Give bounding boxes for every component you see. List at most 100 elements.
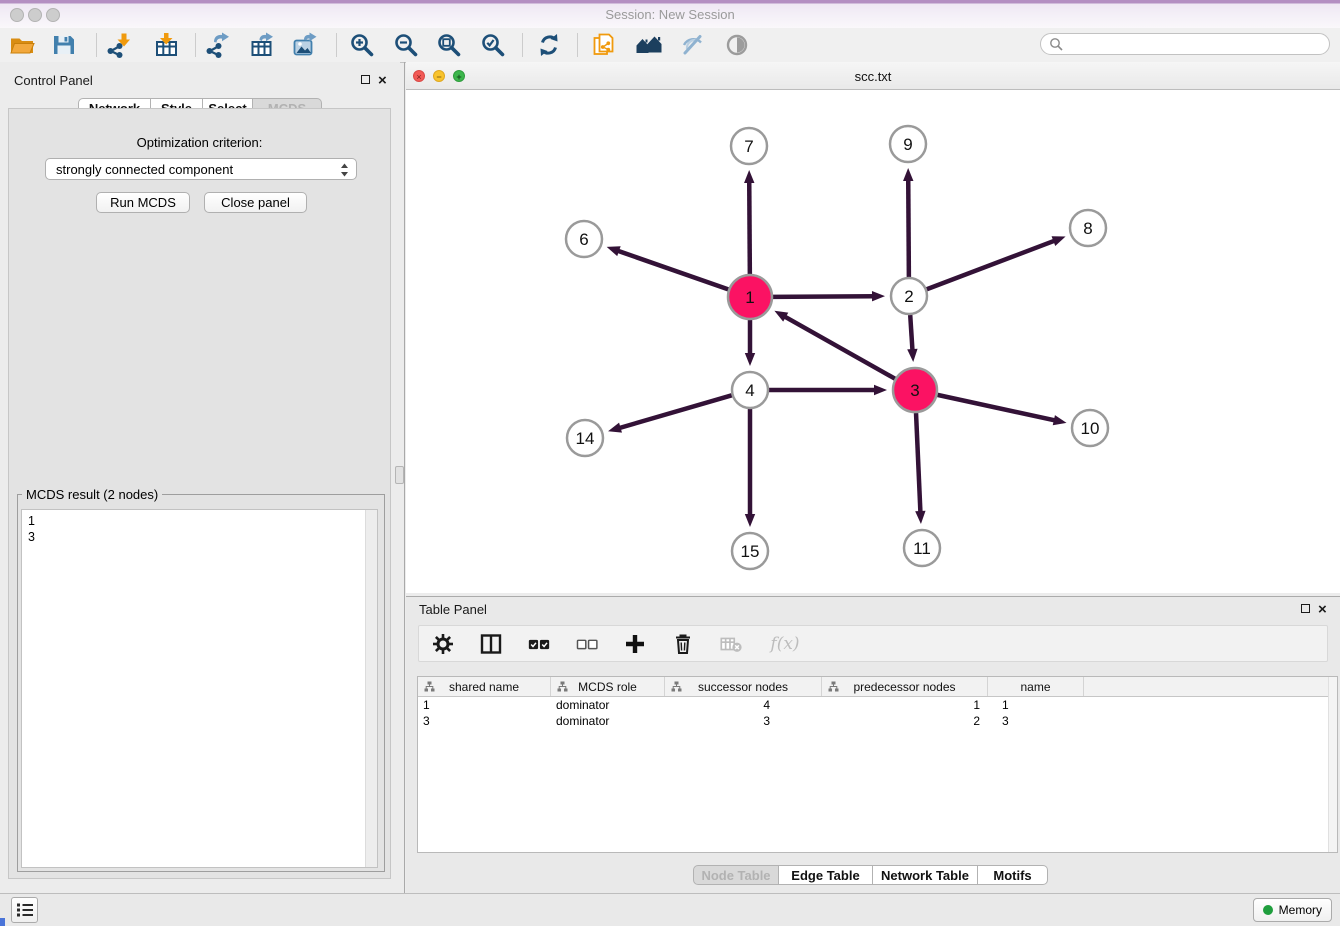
first-neighbors-button[interactable] [632,30,666,60]
network-graph[interactable]: 7 9 6 8 1 2 4 3 14 10 15 11 [406,90,1340,593]
table-float-icon[interactable] [1301,604,1310,613]
export-image-button[interactable] [288,30,322,60]
edge-3-1[interactable] [774,311,895,379]
graph-node-4[interactable]: 4 [732,372,768,408]
mcds-result-list[interactable]: 1 3 [21,509,378,868]
network-window-title: scc.txt [406,69,1340,84]
export-table-button[interactable] [245,30,279,60]
criterion-select[interactable]: strongly connected component [45,158,357,180]
table-body: 1dominator4113dominator323 [418,697,1337,729]
edge-2-8[interactable] [927,236,1066,289]
show-columns-button[interactable] [479,632,503,656]
task-history-button[interactable] [11,897,38,923]
memory-button[interactable]: Memory [1253,898,1332,922]
graph-node-7[interactable]: 7 [731,128,767,164]
show-graphics-details-button[interactable] [720,30,754,60]
arrowhead-icon [872,291,885,301]
arrowhead-icon [744,170,754,183]
edge-2-9[interactable] [903,168,913,277]
tab-motifs[interactable]: Motifs [978,865,1048,885]
graph-node-2[interactable]: 2 [891,278,927,314]
select-all-button[interactable] [527,632,551,656]
import-network-button[interactable] [102,30,136,60]
open-session-button[interactable] [5,30,39,60]
table-scrollbar[interactable] [1328,677,1337,852]
function-builder-button[interactable]: f(x) [767,632,803,656]
graph-node-6[interactable]: 6 [566,221,602,257]
zoom-fit-button[interactable] [432,30,466,60]
column-header-name[interactable]: name [988,677,1084,696]
tab-edge-table[interactable]: Edge Table [779,865,873,885]
graph-node-8[interactable]: 8 [1070,210,1106,246]
mcds-result-title: MCDS result (2 nodes) [22,487,162,502]
search-input[interactable] [1064,36,1308,52]
edge-1-2[interactable] [773,291,885,301]
edge-4-14[interactable] [608,395,732,432]
zoom-out-button[interactable] [389,30,423,60]
hide-details-icon [679,32,705,58]
search-field[interactable] [1040,33,1330,55]
edge-4-3[interactable] [769,385,887,395]
graph-node-9[interactable]: 9 [890,126,926,162]
tab-node-table[interactable]: Node Table [693,865,779,885]
float-panel-icon[interactable] [361,75,370,84]
column-header-MCDS-role[interactable]: MCDS role [551,677,665,696]
graph-node-14[interactable]: 14 [567,420,603,456]
close-panel-button[interactable]: Close panel [204,192,307,213]
column-label: predecessor nodes [853,680,955,694]
graph-node-15[interactable]: 15 [732,533,768,569]
network-window-titlebar[interactable]: × − + scc.txt [406,62,1340,90]
column-label: MCDS role [578,680,637,694]
column-header-shared-name[interactable]: shared name [418,677,551,696]
import-table-button[interactable] [149,30,183,60]
graph-node-11[interactable]: 11 [904,530,940,566]
column-type-icon [557,681,568,695]
table-panel-title: Table Panel [419,602,487,617]
close-panel-icon[interactable]: × [378,75,387,86]
save-session-button[interactable] [47,30,81,60]
table-panel: Table Panel × f(x) shared nameMCDS roles… [406,596,1340,893]
arrowhead-icon [608,423,622,433]
graph-node-3[interactable]: 3 [893,368,937,412]
table-row[interactable]: 1dominator411 [418,697,1337,713]
column-header-successor-nodes[interactable]: successor nodes [665,677,822,696]
edge-4-15[interactable] [745,409,755,527]
panel-splitter[interactable] [404,62,405,893]
zoom-in-button[interactable] [345,30,379,60]
table-panel-tabs: Node TableEdge TableNetwork TableMotifs [693,865,1048,885]
add-column-button[interactable] [623,632,647,656]
column-header-predecessor-nodes[interactable]: predecessor nodes [822,677,988,696]
new-network-from-selection-button[interactable] [587,30,621,60]
hide-graphics-details-button[interactable] [675,30,709,60]
node-table[interactable]: shared name MCDS role successor nodes prede… [417,676,1338,853]
memory-label: Memory [1279,903,1322,917]
left-splitter-grip[interactable] [395,466,404,484]
delete-column-button[interactable] [671,632,695,656]
arrowhead-icon [903,168,913,181]
result-scrollbar[interactable] [365,510,377,867]
trash-icon [671,632,695,656]
edge-1-6[interactable] [607,246,729,289]
mcds-result-values: 1 3 [22,510,377,545]
table-options-button[interactable] [431,632,455,656]
network-canvas[interactable]: 7 9 6 8 1 2 4 3 14 10 15 11 [406,90,1340,593]
table-close-icon[interactable]: × [1318,604,1327,615]
table-row[interactable]: 3dominator323 [418,713,1337,729]
graph-node-1[interactable]: 1 [728,275,772,319]
tab-network-table[interactable]: Network Table [873,865,978,885]
delete-table-button[interactable] [719,632,743,656]
export-network-button[interactable] [201,30,235,60]
apply-layout-button[interactable] [532,30,566,60]
graph-node-10[interactable]: 10 [1072,410,1108,446]
search-icon [1049,37,1064,52]
table-cell: 1 [822,698,988,712]
edge-1-7[interactable] [744,170,754,274]
edge-3-11[interactable] [915,413,925,524]
edge-2-3[interactable] [907,315,917,362]
run-mcds-button[interactable]: Run MCDS [96,192,190,213]
deselect-all-button[interactable] [575,632,599,656]
edge-1-4[interactable] [745,320,755,366]
edge-3-10[interactable] [937,395,1066,425]
houses-icon [635,32,663,58]
zoom-selected-button[interactable] [476,30,510,60]
